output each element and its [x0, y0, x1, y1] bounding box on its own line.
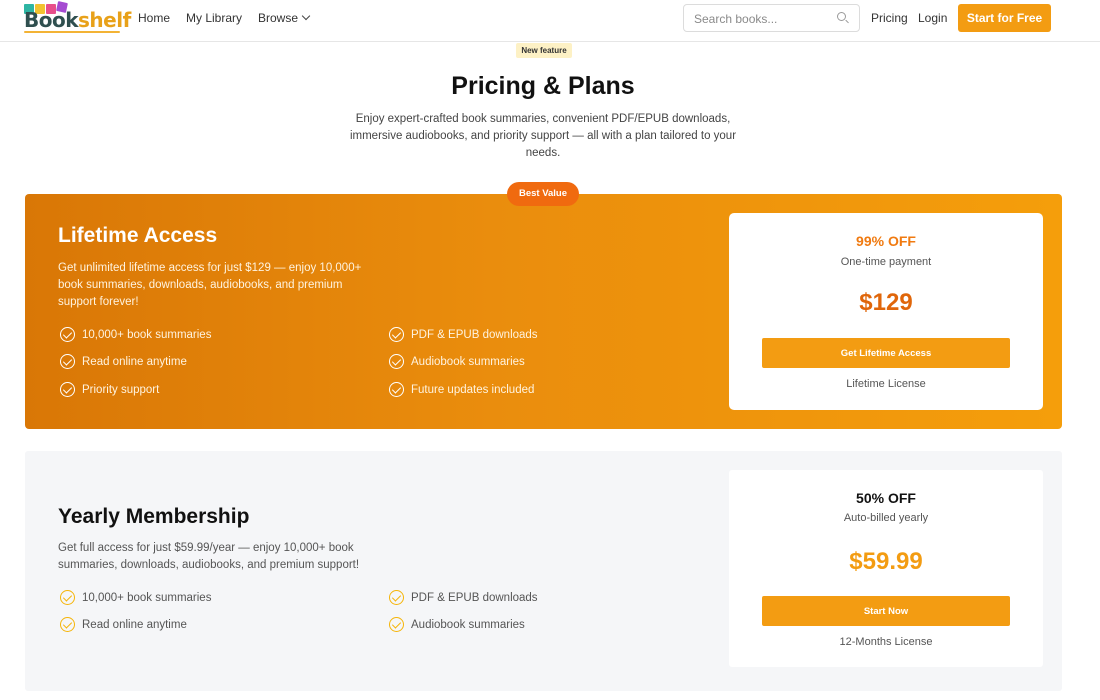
yearly-payment-note: Auto-billed yearly: [843, 512, 929, 524]
check-circle-icon: [389, 354, 404, 369]
yearly-plan-title: Yearly Membership: [58, 505, 250, 528]
nav-browse-dropdown[interactable]: Browse: [258, 11, 311, 25]
get-lifetime-access-button[interactable]: Get Lifetime Access: [762, 338, 1010, 368]
nav-link-my-library[interactable]: My Library: [186, 11, 242, 25]
yearly-plan-card: Yearly Membership Get full access for ju…: [25, 451, 1062, 691]
yearly-plan-description: Get full access for just $59.99/year — e…: [58, 542, 360, 571]
check-circle-icon: [389, 590, 404, 605]
lifetime-plan-title: Lifetime Access: [58, 224, 218, 247]
yearly-license-label: 12-Months License: [839, 636, 933, 648]
start-for-free-button[interactable]: Start for Free: [958, 4, 1051, 32]
chevron-down-icon: [301, 11, 311, 21]
lifetime-license-label: Lifetime License: [846, 378, 926, 390]
yearly-discount: 50% OFF: [856, 490, 916, 506]
nav-link-login[interactable]: Login: [918, 11, 947, 25]
search-box: [683, 4, 860, 32]
check-circle-icon: [389, 617, 404, 632]
lifetime-plan-description: Get unlimited lifetime access for just $…: [58, 262, 362, 308]
yearly-price: $59.99: [849, 548, 923, 575]
check-circle-icon: [60, 382, 75, 397]
lifetime-discount: 99% OFF: [856, 233, 916, 249]
lifetime-plan-card: Lifetime Access Get unlimited lifetime a…: [25, 194, 1062, 429]
lifetime-price: $129: [859, 289, 913, 316]
check-circle-icon: [60, 354, 75, 369]
yearly-price-box: 50% OFF Auto-billed yearly $59.99 Start …: [729, 470, 1043, 667]
new-feature-badge: New feature: [516, 43, 572, 58]
check-circle-icon: [60, 590, 75, 605]
nav-link-pricing[interactable]: Pricing: [871, 11, 908, 25]
nav-link-home[interactable]: Home: [138, 11, 170, 25]
best-value-badge: Best Value: [507, 182, 579, 206]
check-circle-icon: [60, 617, 75, 632]
nav-browse-label: Browse: [258, 11, 299, 25]
lifetime-payment-note: One-time payment: [840, 256, 932, 268]
top-navbar: Bookshelf Home My Library Browse Pricing…: [0, 0, 1100, 42]
page-title: Pricing & Plans: [451, 72, 635, 100]
bookshelf-logo[interactable]: Bookshelf: [24, 1, 131, 34]
search-icon[interactable]: [837, 12, 849, 24]
lifetime-price-box: 99% OFF One-time payment $129 Get Lifeti…: [729, 213, 1043, 410]
check-circle-icon: [389, 382, 404, 397]
check-circle-icon: [60, 327, 75, 342]
logo-wordmark: Bookshelf: [24, 8, 131, 32]
logo-underline: [24, 31, 120, 33]
search-input[interactable]: [694, 10, 834, 28]
start-now-button[interactable]: Start Now: [762, 596, 1010, 626]
page-subtitle: Enjoy expert-crafted book summaries, con…: [349, 113, 737, 159]
check-circle-icon: [389, 327, 404, 342]
